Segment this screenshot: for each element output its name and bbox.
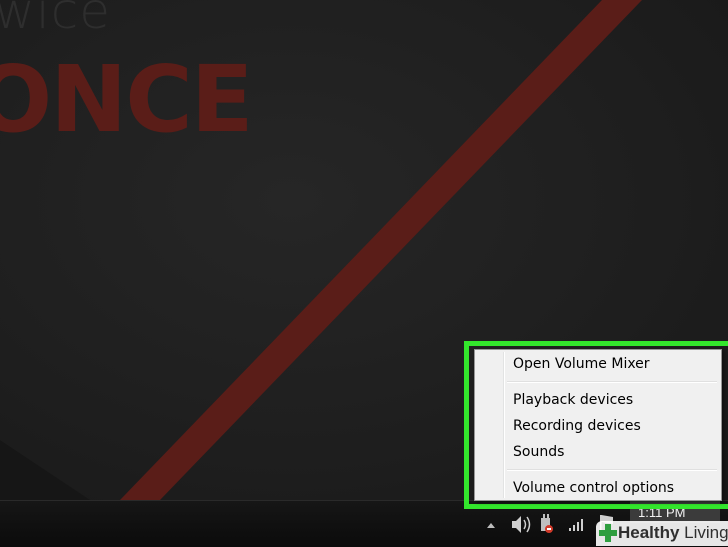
watermark-brand-regular: Living	[684, 523, 728, 542]
speaker-volume-icon[interactable]	[509, 511, 533, 537]
power-plug-icon[interactable]	[537, 511, 557, 537]
volume-context-menu: Open Volume Mixer Playback devices Recor…	[474, 349, 722, 501]
watermark: Healthy Living	[596, 521, 728, 546]
watermark-brand-bold: Healthy	[618, 523, 680, 542]
menu-item-volume-control-options[interactable]: Volume control options	[477, 476, 719, 500]
menu-item-open-volume-mixer[interactable]: Open Volume Mixer	[477, 352, 719, 376]
menu-separator	[507, 469, 717, 471]
menu-item-playback-devices[interactable]: Playback devices	[477, 388, 719, 412]
watermark-brand: Healthy Living	[618, 523, 728, 543]
menu-separator	[507, 381, 717, 383]
menu-item-sounds[interactable]: Sounds	[477, 440, 719, 464]
plus-cross-icon	[599, 524, 617, 542]
menu-item-recording-devices[interactable]: Recording devices	[477, 414, 719, 438]
show-hidden-icons-arrow-icon[interactable]	[484, 511, 498, 537]
signal-bars-icon[interactable]	[566, 511, 588, 537]
